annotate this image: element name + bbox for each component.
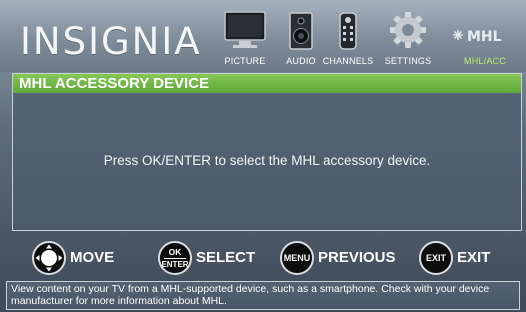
previous-hint[interactable]: MENU PREVIOUS [280, 238, 400, 280]
menu-button-icon: MENU [280, 241, 314, 275]
panel-title: MHL ACCESSORY DEVICE [13, 74, 521, 93]
menu-label-mhl-acc: MHL/ACC [464, 56, 506, 66]
exit-hint[interactable]: EXIT EXIT [419, 238, 519, 280]
help-text: View content on your TV from a MHL-suppo… [6, 281, 520, 310]
menu-item-settings[interactable]: SETTINGS [377, 10, 439, 68]
panel-message: Press OK/ENTER to select the MHL accesso… [103, 153, 431, 168]
brand-logo: INSIGNIA [20, 20, 202, 63]
select-label: SELECT [196, 249, 256, 266]
gear-icon [388, 10, 428, 50]
mhl-logo-text: MHL [467, 29, 502, 45]
nav-hints-bar: MOVE OK ENTER SELECT MENU PREVIOUS EXIT … [12, 238, 522, 280]
exit-button-icon: EXIT [419, 241, 453, 275]
ok-enter-icon: OK ENTER [158, 241, 192, 275]
menu-label-picture: PICTURE [224, 56, 266, 66]
menu-label-settings: SETTINGS [384, 56, 432, 66]
menu-item-picture[interactable]: PICTURE [214, 10, 276, 68]
menu-header: INSIGNIA PICTURE AUDIO CHANNELS SETTINGS… [0, 0, 526, 72]
select-hint[interactable]: OK ENTER SELECT [158, 238, 268, 280]
dpad-icon [32, 241, 66, 275]
remote-icon [339, 12, 357, 50]
tv-icon [223, 10, 267, 50]
speaker-icon [289, 12, 313, 50]
enter-icon-text: ENTER [161, 260, 189, 269]
ok-icon-text: OK [168, 247, 182, 257]
menu-item-channels[interactable]: CHANNELS [317, 10, 379, 68]
mhl-logo-icon: MHL [450, 26, 520, 46]
mhl-accessory-panel: MHL ACCESSORY DEVICE Press OK/ENTER to s… [12, 73, 522, 231]
exit-label: EXIT [457, 249, 491, 266]
tv-menu-screen: INSIGNIA PICTURE AUDIO CHANNELS SETTINGS… [0, 0, 526, 312]
move-hint[interactable]: MOVE [32, 238, 142, 280]
move-label: MOVE [70, 249, 115, 266]
menu-label-channels: CHANNELS [322, 56, 374, 66]
menu-item-mhl-acc[interactable]: MHL MHL/ACC [448, 10, 522, 68]
previous-label: PREVIOUS [318, 249, 396, 266]
